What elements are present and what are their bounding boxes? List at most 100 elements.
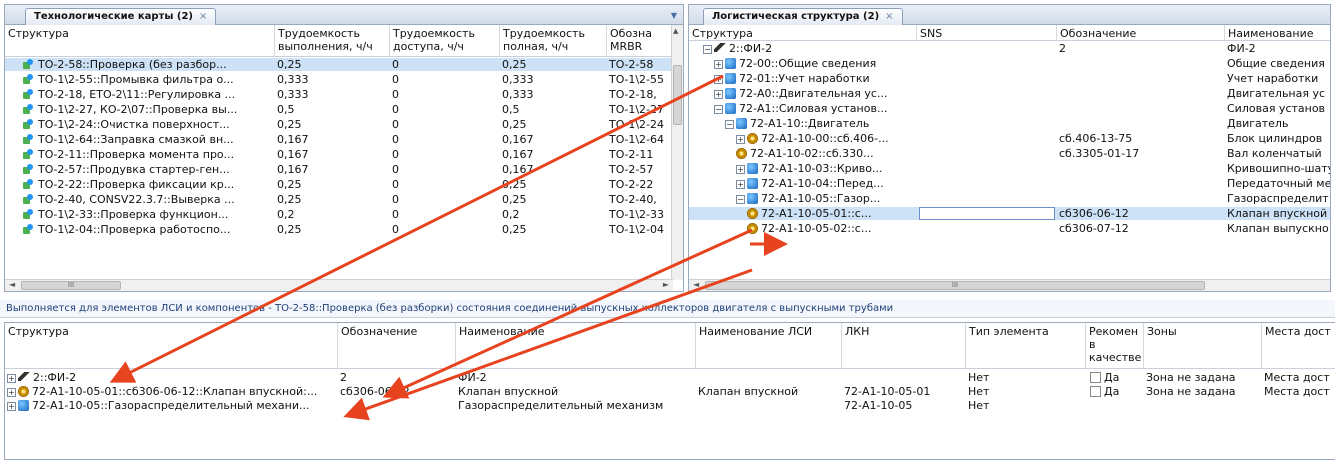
- tree-row[interactable]: +72-01::Учет наработки Учет наработки: [689, 72, 1330, 85]
- tree-row[interactable]: +72-А1-10-00::сб.406-... сб.406-13-75 Блок…: [689, 132, 1330, 145]
- tab-tech-cards[interactable]: Технологические карты (2) ×: [25, 8, 217, 25]
- tab-logistic-structure[interactable]: Логистическая структура (2) ×: [703, 8, 903, 25]
- recommended-checkbox[interactable]: [1090, 386, 1101, 397]
- table-row[interactable]: ТО-2-40, CONSV22.3.7::Выверка ... 0,25 0 0,…: [5, 193, 673, 206]
- tech-cards-vscroll[interactable]: ▲: [671, 25, 683, 280]
- expand-icon[interactable]: +: [714, 75, 723, 84]
- table-row[interactable]: +72-А1-10-05-01::сб306-06-12::Клапан впу…: [5, 385, 1335, 398]
- col-name[interactable]: Наименование: [456, 323, 696, 368]
- col-name[interactable]: Наименование: [1225, 25, 1330, 40]
- table-row[interactable]: ТО-1\2-04::Проверка работоспо... 0,25 0 0,2…: [5, 223, 673, 236]
- structure-cell: 72-А1-10-05-01::с...: [747, 207, 917, 220]
- hscroll-thumb[interactable]: III: [705, 281, 1205, 290]
- tree-row[interactable]: 72-А1-10-05-02::с... сб306-07-12 Клапан вы…: [689, 222, 1330, 235]
- name-cell: Вал коленчатый: [1227, 147, 1322, 160]
- collapse-icon[interactable]: −: [714, 105, 723, 114]
- tree-row[interactable]: 72-А1-10-02::сб.330... сб.3305-01-17 Вал к…: [689, 147, 1330, 160]
- tree-row[interactable]: +72-А1-10-03::Криво... Кривошипно-шату: [689, 162, 1330, 175]
- table-row[interactable]: ТО-1\2-55::Промывка фильтра о... 0,333 0 0,…: [5, 73, 673, 86]
- designation-cell: [1059, 192, 1223, 205]
- table-row[interactable]: +2::ФИ-2 2 ФИ-2 Нет Да Зона не задана Места до…: [5, 371, 1335, 384]
- scroll-left-icon[interactable]: ◄: [9, 280, 15, 289]
- scroll-grip: III: [67, 281, 75, 289]
- expand-icon[interactable]: +: [714, 60, 723, 69]
- tree-row[interactable]: 72-А1-10-05-01::с... сб306-06-12 Клапан вп…: [689, 207, 1330, 220]
- structure-cell: ТО-2-11::Проверка момента про...: [23, 148, 273, 161]
- col-mrbr[interactable]: Обозна MRBR: [607, 25, 673, 56]
- sns-edit-field[interactable]: [919, 207, 1055, 220]
- col-zones-label: Зоны: [1147, 325, 1177, 338]
- col-structure-label: Структура: [8, 27, 69, 40]
- logistic-structure-panel: Логистическая структура (2) × Структура S…: [688, 4, 1331, 292]
- col-designation[interactable]: Обозначение: [338, 323, 456, 368]
- table-row[interactable]: ТО-1\2-33::Проверка функцион... 0,2 0 0,2 ТО…: [5, 208, 673, 221]
- table-row[interactable]: ТО-2-11::Проверка момента про... 0,167 0 0,…: [5, 148, 673, 161]
- expand-icon[interactable]: +: [7, 402, 16, 411]
- tree-row[interactable]: +72-А0::Двигательная ус... Двигательная у…: [689, 87, 1330, 100]
- close-icon[interactable]: ×: [199, 11, 207, 22]
- tech-cards-hscroll[interactable]: ◄ III ►: [5, 279, 673, 291]
- tree-row[interactable]: − 2::ФИ-2 2 ФИ-2: [689, 42, 1330, 55]
- expand-icon[interactable]: +: [714, 90, 723, 99]
- col-lsi-name[interactable]: Наименование ЛСИ: [696, 323, 842, 368]
- cell-mrbr: ТО-1\2-04: [609, 223, 665, 236]
- col-structure[interactable]: Структура: [5, 323, 338, 368]
- col-designation[interactable]: Обозначение: [1057, 25, 1225, 40]
- col-structure[interactable]: Структура: [5, 25, 275, 56]
- designation-cell: сб.406-13-75: [1059, 132, 1133, 145]
- tree-row[interactable]: − 72-А1::Силовая установ... Силовая устано…: [689, 102, 1330, 115]
- expand-icon[interactable]: +: [736, 165, 745, 174]
- expand-icon[interactable]: +: [7, 388, 16, 397]
- col-exec-labor[interactable]: Трудоемкость выполнения, ч/ч: [275, 25, 390, 56]
- row-name: 72-А1-10-05::Газор...: [761, 192, 881, 205]
- col-recommended[interactable]: Рекомен в качестве: [1086, 323, 1144, 368]
- col-zones[interactable]: Зоны: [1144, 323, 1262, 368]
- col-sns[interactable]: SNS: [917, 25, 1057, 40]
- collapse-icon[interactable]: −: [725, 120, 734, 129]
- table-row[interactable]: ТО-2-57::Продувка стартер-ген... 0,167 0 0,…: [5, 163, 673, 176]
- table-row[interactable]: ТО-1\2-24::Очистка поверхност... 0,25 0 0,2…: [5, 118, 673, 131]
- tree-row[interactable]: +72-А1-10-04::Перед... Передаточный ме: [689, 177, 1330, 190]
- table-row[interactable]: ТО-2-58::Проверка (без разбор... 0,25 0 0,2…: [5, 58, 673, 71]
- tree-row[interactable]: − 72-А1-10-05::Газор... Газораспределит: [689, 192, 1330, 205]
- col-places[interactable]: Места дост: [1262, 323, 1335, 368]
- col-element-type[interactable]: Тип элемента: [966, 323, 1086, 368]
- scroll-left-icon[interactable]: ◄: [693, 280, 699, 289]
- table-row[interactable]: ТО-1\2-64::Заправка смазкой вн... 0,167 0 0…: [5, 133, 673, 146]
- structure-cell: 72-А1-10-05-02::с...: [747, 222, 917, 235]
- tree-row[interactable]: − 72-А1-10::Двигатель Двигатель: [689, 117, 1330, 130]
- table-row[interactable]: ТО-1\2-27, КО-2\07::Проверка вы... 0,5 0 0,…: [5, 103, 673, 116]
- cell-full: 0,25: [502, 223, 527, 236]
- vscroll-thumb[interactable]: [673, 65, 682, 125]
- scroll-right-icon[interactable]: ►: [663, 280, 669, 289]
- designation-cell: [1059, 117, 1223, 130]
- col-structure[interactable]: Структура: [689, 25, 917, 40]
- cell-exec: 0,333: [277, 73, 309, 86]
- col-name-label: Наименование: [459, 325, 545, 338]
- table-row[interactable]: ТО-2-22::Проверка фиксации кр... 0,25 0 0,2…: [5, 178, 673, 191]
- table-row[interactable]: ТО-2-18, ЕТО-2\11::Регулировка ... 0,333 0…: [5, 88, 673, 101]
- collapse-icon[interactable]: −: [736, 195, 745, 204]
- col-structure-label: Структура: [692, 27, 753, 40]
- hscroll-thumb[interactable]: III: [21, 281, 121, 290]
- structure-cell: ТО-2-57::Продувка стартер-ген...: [23, 163, 273, 176]
- col-access-labor[interactable]: Трудоемкость доступа, ч/ч: [390, 25, 500, 56]
- close-icon[interactable]: ×: [885, 11, 893, 22]
- logistic-hscroll[interactable]: ◄ III: [689, 279, 1330, 291]
- expand-icon[interactable]: +: [7, 374, 16, 383]
- recommended-checkbox[interactable]: [1090, 372, 1101, 383]
- tree-row[interactable]: +72-00::Общие сведения Общие сведения: [689, 57, 1330, 70]
- scroll-up-icon[interactable]: ▲: [673, 27, 678, 35]
- col-full-labor[interactable]: Трудоемкость полная, ч/ч: [500, 25, 607, 56]
- structure-cell: +72-А0::Двигательная ус...: [714, 87, 917, 100]
- col-lsi-name-label: Наименование ЛСИ: [699, 325, 813, 338]
- collapse-icon[interactable]: −: [703, 45, 712, 54]
- col-lkn[interactable]: ЛКН: [842, 323, 966, 368]
- col-lkn-label: ЛКН: [845, 325, 870, 338]
- dropdown-arrow-icon[interactable]: ▼: [671, 11, 677, 20]
- expand-icon[interactable]: +: [736, 180, 745, 189]
- table-row[interactable]: +72-А1-10-05::Газораспределительный меха…: [5, 399, 1335, 412]
- expand-icon[interactable]: +: [736, 135, 745, 144]
- col-rec-l3: качестве: [1089, 351, 1142, 364]
- row-name: 72-А0::Двигательная ус...: [739, 87, 888, 100]
